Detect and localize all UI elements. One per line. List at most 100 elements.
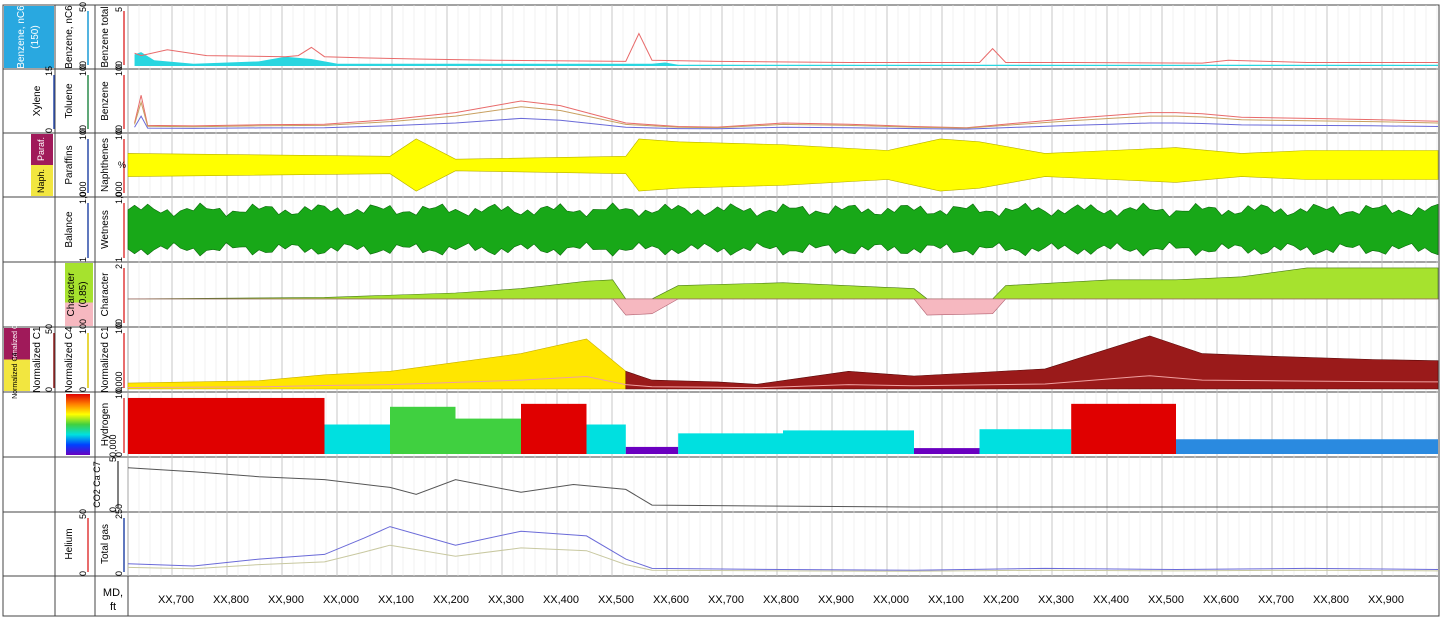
paraffins-label: Paraffins — [64, 145, 75, 184]
balance-scale-min: 1 — [78, 257, 88, 262]
character-label: Character — [100, 272, 111, 317]
depth-tick-label: XX,000 — [323, 594, 359, 606]
depth-tick-label: XX,800 — [763, 594, 799, 606]
helium-scale-max: 50 — [78, 509, 88, 519]
normalized-c1-track-scale-max: 100 — [114, 319, 124, 334]
total-gas-curve — [127, 526, 1439, 571]
wetness-scale-max: 1,000 — [114, 181, 124, 204]
depth-tick-label: XX,300 — [1038, 594, 1074, 606]
naphthenes-band — [127, 138, 1439, 192]
depth-tick-label: XX,800 — [1313, 594, 1349, 606]
log-chart-svg: Benzene, nC6 (150) Benzene, nC6 050 Benzene … — [2, 2, 1440, 617]
naphthenes-unit: % — [118, 160, 126, 170]
benzene-total-label: Benzene total — [100, 6, 111, 67]
co2-scale-max: 50,000 — [108, 434, 118, 462]
character-scale-max: 2 — [114, 264, 124, 269]
depth-tick-label: XX,100 — [928, 594, 964, 606]
benzene-label: Benzene — [100, 81, 111, 121]
depth-tick-label: XX,600 — [1203, 594, 1239, 606]
depth-tick-label: XX,900 — [818, 594, 854, 606]
xylene-scale-min: 0 — [44, 128, 54, 133]
depth-tick-label: XX,100 — [378, 594, 414, 606]
depth-tick-label: XX,700 — [708, 594, 744, 606]
hydrogen-bar — [914, 448, 980, 454]
normalized-c4-group-label: Normalized C4 — [12, 352, 19, 398]
character-group-value: (0.85) — [78, 281, 89, 307]
co2-curve — [127, 467, 1438, 508]
helium-label: Helium — [64, 528, 75, 559]
depth-tick-label: XX,700 — [158, 594, 194, 606]
benzene-nc6-area — [134, 52, 1438, 66]
wetness-label: Wetness — [100, 210, 111, 249]
co2-label: CO2 Ca C7 — [92, 461, 102, 508]
depth-tick-label: XX,600 — [653, 594, 689, 606]
character-gas-area — [127, 267, 1439, 300]
character-group-label: Character — [66, 272, 77, 317]
paraffins-scale-max: 100 — [78, 125, 88, 140]
naph-label: Naph. — [36, 169, 46, 193]
hydrogen-bar — [586, 424, 626, 454]
balance-scale-max: 1,000 — [78, 181, 88, 204]
mud-gas-log-chart: Benzene, nC6 (150) Benzene, nC6 0 50 Benzene … — [0, 0, 1442, 620]
hydrogen-bar — [128, 397, 259, 454]
hydrogen-bar — [390, 406, 456, 454]
benzene-total-scale-max: 5 — [114, 7, 124, 12]
toluene-scale-max: 100 — [78, 61, 88, 76]
hydrogen-bar — [259, 397, 325, 454]
hydrogen-color-scale — [66, 394, 90, 455]
hydrogen-bar — [678, 433, 783, 454]
benzene-group-label-bg — [4, 6, 54, 68]
hydrogen-bar — [979, 429, 1072, 454]
depth-tick-label: XX,000 — [873, 594, 909, 606]
character-oil-area — [127, 298, 1439, 316]
hydrogen-bar — [521, 403, 587, 454]
normalized-c4-scale-min: 0 — [78, 387, 88, 392]
depth-tick-label: XX,300 — [488, 594, 524, 606]
hydrogen-bar — [1307, 439, 1438, 454]
depth-tick-label: XX,900 — [268, 594, 304, 606]
balance-label: Balance — [64, 211, 75, 248]
normalized-c4-label: Normalized C4 — [64, 326, 75, 393]
normalized-c1-scale-min: 0 — [44, 387, 54, 392]
benzene-total-curve — [134, 32, 1438, 64]
total-gas-label: Total gas — [100, 524, 111, 564]
xylene-scale-max: 15 — [44, 66, 54, 76]
depth-tick-label: XX,500 — [1148, 594, 1184, 606]
depth-tick-label: XX,800 — [213, 594, 249, 606]
total-gas-scale-max: 250 — [114, 504, 124, 519]
wetness-scale-min: 1 — [114, 257, 124, 262]
depth-label-line1: MD, — [103, 587, 123, 599]
hydrogen-scale-max: 10,000 — [114, 371, 124, 399]
helium-scale-min: 0 — [78, 571, 88, 576]
total-gas-scale-min: 0 — [114, 571, 124, 576]
helium-curve — [127, 544, 1439, 572]
hydrogen-bar — [1071, 403, 1176, 454]
depth-tick-label: XX,200 — [983, 594, 1019, 606]
chart-frame — [2, 4, 1440, 617]
wetness-band — [127, 202, 1439, 257]
depth-tick-label: XX,400 — [1093, 594, 1129, 606]
naphthenes-scale-max: 100 — [114, 125, 124, 140]
hydrogen-bar — [455, 418, 521, 454]
hydrogen-bar — [625, 446, 679, 454]
normalized-c1-scale-max: 50 — [44, 324, 54, 334]
depth-tick-label: XX,400 — [543, 594, 579, 606]
hydrogen-bar — [1176, 439, 1307, 454]
benzene-group-label: Benzene, nC6 — [16, 5, 27, 69]
normalized-c4-scale-max: 100 — [78, 319, 88, 334]
normalized-c1-track-label: Normalized C1 — [100, 326, 111, 393]
benzene-nc6-label: Benzene, nC6 — [64, 5, 75, 69]
depth-label-line2: ft — [110, 601, 116, 613]
paraf-label: Paraf. — [36, 137, 46, 161]
hydrogen-bar — [783, 430, 914, 454]
depth-tick-label: XX,500 — [598, 594, 634, 606]
normalized-c1-label: Normalized C1 — [32, 326, 43, 393]
depth-tick-label: XX,200 — [433, 594, 469, 606]
benzene-curve — [134, 95, 1439, 129]
hydrogen-bar — [324, 424, 390, 454]
naphthenes-label: Naphthenes — [100, 138, 111, 192]
benzene-nc6-scale-max: 50 — [78, 2, 88, 12]
benzene-scale-max: 100 — [114, 61, 124, 76]
toluene-label: Toluene — [64, 83, 75, 118]
depth-tick-label: XX,900 — [1368, 594, 1404, 606]
